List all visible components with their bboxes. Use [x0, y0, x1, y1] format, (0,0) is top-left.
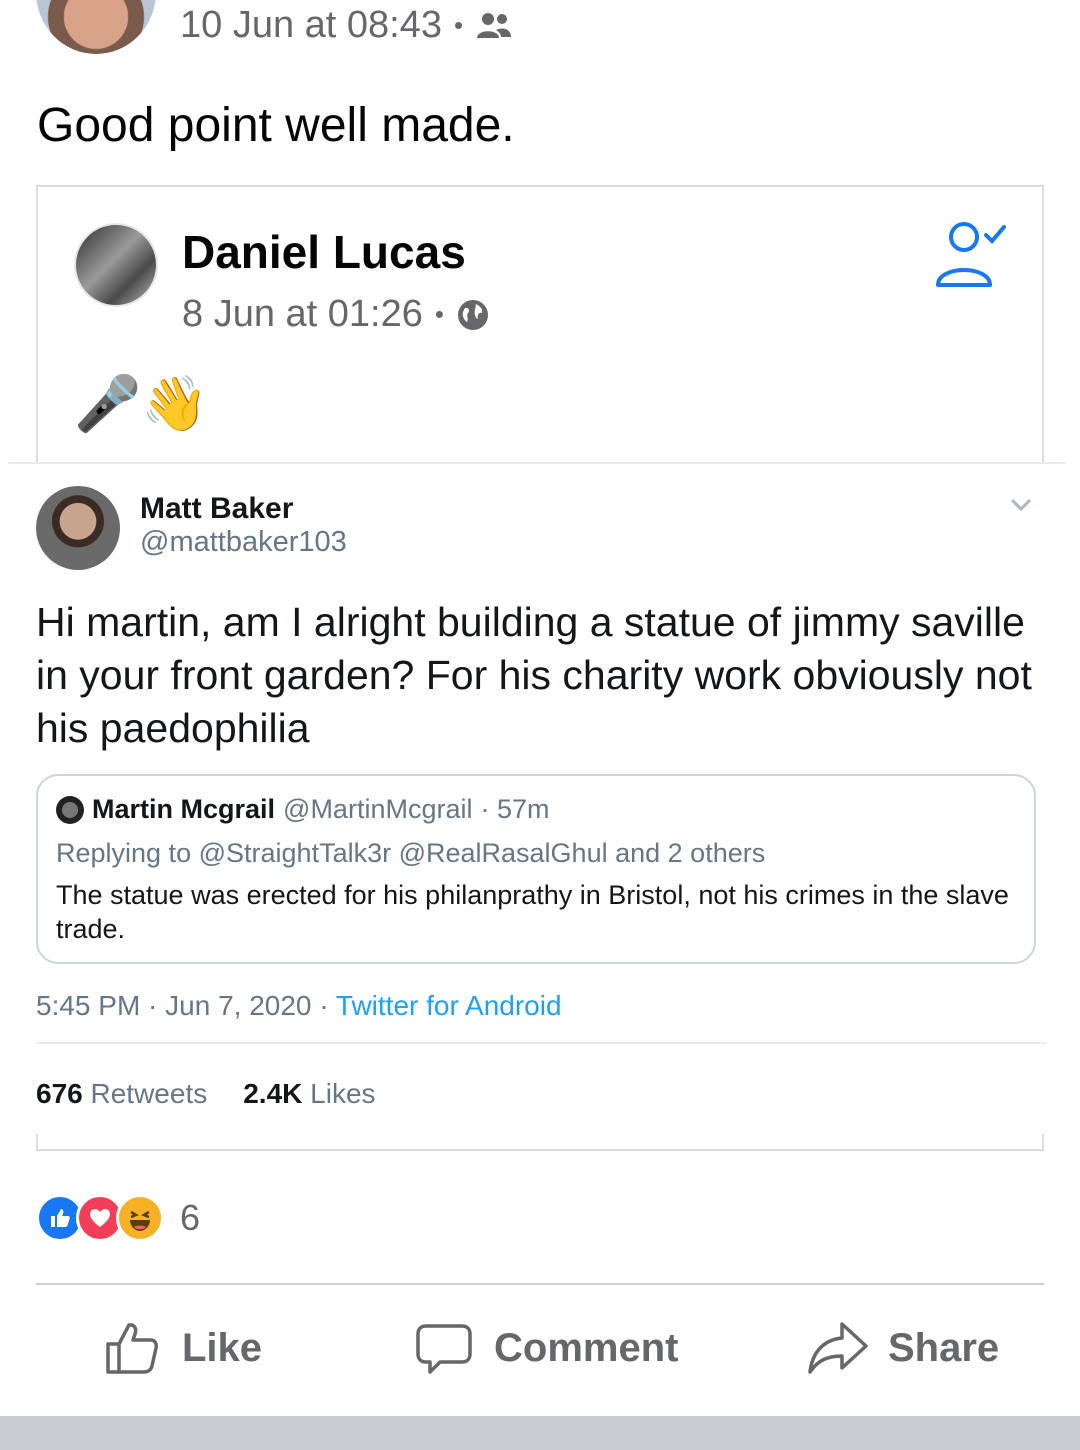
haha-reaction-icon: [116, 1194, 164, 1242]
bottom-separator-bar: [0, 1416, 1080, 1450]
chevron-down-icon: [1010, 498, 1032, 512]
tweet-source: Twitter for Android: [335, 990, 562, 1021]
shared-timestamp[interactable]: 8 Jun at 01:26: [182, 293, 423, 336]
reaction-count: 6: [180, 1197, 201, 1238]
share-label: Share: [888, 1325, 1000, 1370]
meta-separator: •: [454, 10, 464, 40]
friends-icon: [477, 12, 512, 38]
thumbs-up-icon: [106, 1323, 158, 1374]
shared-post-meta: 8 Jun at 01:26 •: [182, 293, 490, 336]
shared-author-name[interactable]: Daniel Lucas: [182, 225, 466, 279]
tweet-author-name: Matt Baker: [140, 492, 294, 525]
actions-divider: [36, 1283, 1044, 1285]
replying-handles: @StraightTalk3r @RealRasalGhul: [198, 838, 608, 868]
post-timestamp[interactable]: 10 Jun at 08:43: [180, 4, 442, 47]
globe-icon: [457, 299, 488, 330]
quoted-tweet-age: · 57m: [480, 794, 550, 824]
post-meta: 10 Jun at 08:43 •: [180, 4, 513, 47]
commenter-avatar[interactable]: [36, 0, 156, 54]
share-icon: [808, 1322, 868, 1374]
retweets-count: 676: [36, 1078, 83, 1109]
post-text: Good point well made.: [37, 99, 515, 152]
retweets-label: Retweets: [90, 1078, 208, 1109]
meta-separator: •: [434, 299, 444, 329]
comment-button[interactable]: Comment: [414, 1318, 678, 1378]
likes-count: 2.4K: [243, 1078, 303, 1109]
quoted-tweet-text: The statue was erected for his philanpra…: [56, 880, 1009, 944]
comment-icon: [416, 1324, 472, 1374]
shared-author-avatar[interactable]: [74, 223, 158, 307]
tweet-stats: 676 Retweets 2.4K Likes: [36, 1078, 376, 1110]
quoted-author-name: Martin Mcgrail: [92, 794, 276, 824]
replying-suffix: and 2 others: [615, 838, 766, 868]
quoted-tweet-header: Martin Mcgrail @MartinMcgrail · 57m: [56, 794, 550, 825]
share-button[interactable]: Share: [808, 1318, 999, 1378]
shared-post-emojis: 🎤👋: [74, 374, 209, 434]
tweet-screenshot: Matt Baker @mattbaker103 Hi martin, am I…: [8, 462, 1066, 1134]
post-actions-bar: Like Comment Share: [0, 1318, 1080, 1388]
tweet-divider: [36, 1042, 1046, 1044]
quoted-author-avatar: [56, 795, 84, 824]
quoted-tweet: Martin Mcgrail @MartinMcgrail · 57m Repl…: [36, 774, 1036, 964]
replying-prefix: Replying to: [56, 838, 192, 868]
reactions-summary[interactable]: 6: [36, 1194, 200, 1242]
tweet-text: Hi martin, am I alright building a statu…: [36, 599, 1032, 751]
quoted-replying-to: Replying to @StraightTalk3r @RealRasalGh…: [56, 838, 765, 869]
friends-check-icon[interactable]: [932, 217, 1012, 291]
quoted-author-handle: @MartinMcgrail: [283, 794, 473, 824]
tweet-time: 5:45 PM · Jun 7, 2020 ·: [36, 990, 329, 1021]
likes-label: Likes: [310, 1078, 376, 1109]
like-label: Like: [182, 1325, 263, 1370]
like-button[interactable]: Like: [102, 1318, 262, 1378]
comment-label: Comment: [494, 1325, 679, 1370]
tweet-author-avatar: [36, 486, 120, 570]
tweet-author-handle: @mattbaker103: [140, 526, 347, 558]
tweet-timestamp: 5:45 PM · Jun 7, 2020 · Twitter for Andr…: [36, 990, 562, 1022]
